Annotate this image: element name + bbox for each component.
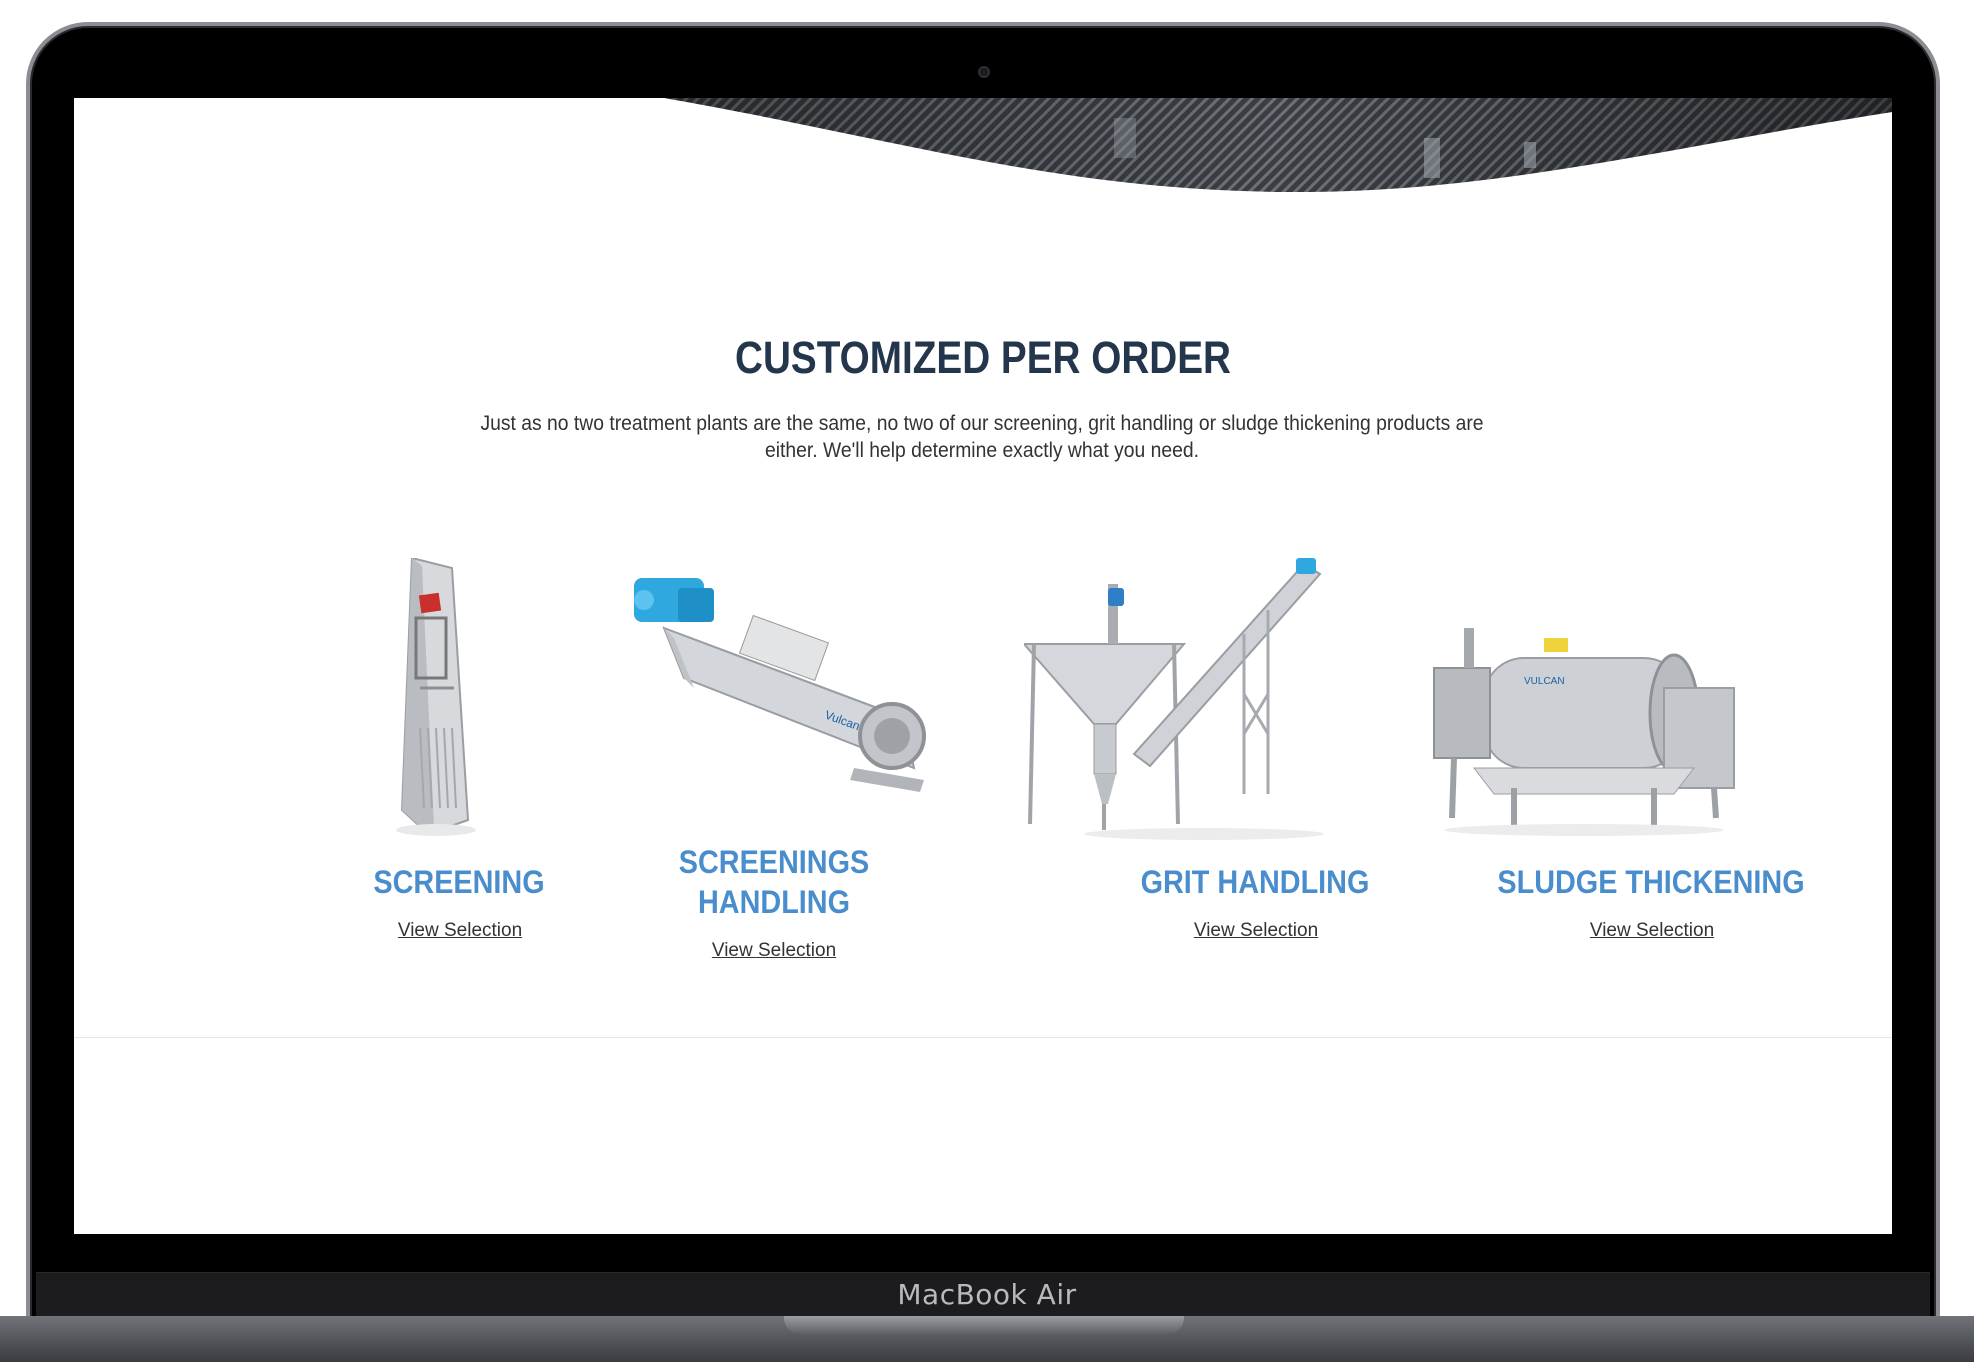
screening-machine-image[interactable] [316,558,546,838]
device-model-label: MacBook Air [897,1278,1077,1311]
product-grid: SCREENING View Selection Vulcan SCREENIN… [74,98,1892,1038]
view-selection-link-screenings-handling[interactable]: View Selection [674,940,874,962]
product-title-screening[interactable]: SCREENING [297,862,621,902]
drum-thickener-image[interactable]: VULCAN [1424,628,1744,838]
browser-screen: CUSTOMIZED PER ORDER Just as no two trea… [74,98,1892,1234]
product-title-grit-handling[interactable]: GRIT HANDLING [1093,862,1417,902]
laptop-mockup: CUSTOMIZED PER ORDER Just as no two trea… [0,0,1974,1362]
svg-text:VULCAN: VULCAN [1524,676,1565,687]
view-selection-link-sludge-thickening[interactable]: View Selection [1552,920,1752,942]
view-selection-link-grit-handling[interactable]: View Selection [1156,920,1356,942]
screw-conveyor-image[interactable]: Vulcan [624,568,944,808]
camera-icon [978,66,990,78]
grit-classifier-image[interactable] [1024,554,1334,844]
customized-per-order-section: CUSTOMIZED PER ORDER Just as no two trea… [74,98,1892,1038]
product-title-sludge-thickening[interactable]: SLUDGE THICKENING [1489,862,1813,902]
view-selection-link-screening[interactable]: View Selection [360,920,560,942]
laptop-hinge-notch [784,1316,1184,1334]
product-title-screenings-handling[interactable]: SCREENINGS HANDLING [612,842,936,922]
